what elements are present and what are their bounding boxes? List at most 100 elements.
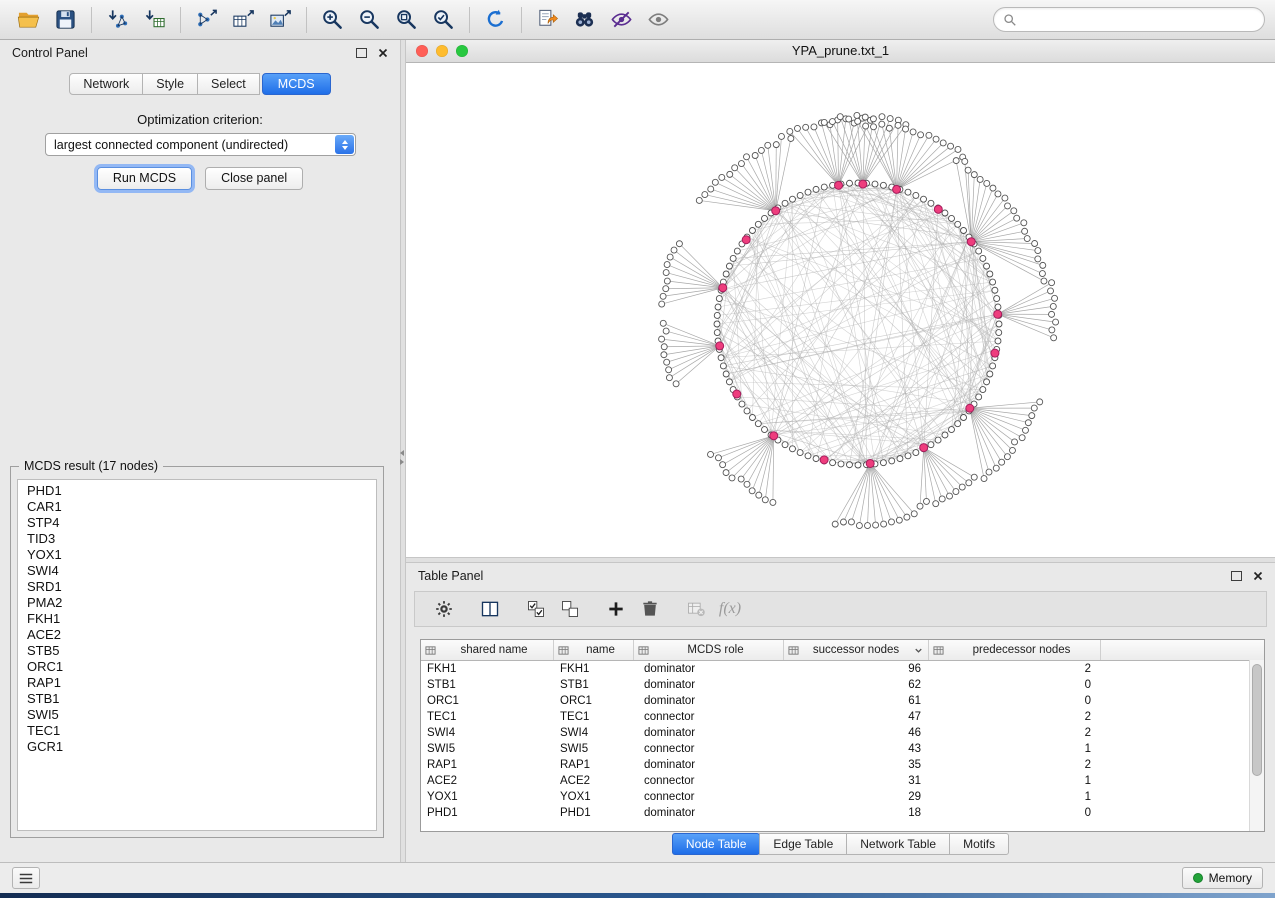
table-row[interactable]: YOX1YOX1connector291 bbox=[421, 789, 1264, 805]
table-cell[interactable]: 31 bbox=[784, 773, 929, 789]
table-row[interactable]: RAP1RAP1dominator352 bbox=[421, 757, 1264, 773]
search-network-button[interactable] bbox=[566, 4, 603, 36]
mcds-node-item[interactable]: ORC1 bbox=[18, 659, 376, 675]
table-cell[interactable]: connector bbox=[634, 709, 784, 725]
mcds-node-item[interactable]: FKH1 bbox=[18, 611, 376, 627]
table-cell[interactable]: 0 bbox=[929, 805, 1101, 821]
table-cell[interactable]: 43 bbox=[784, 741, 929, 757]
table-cell[interactable]: SWI4 bbox=[554, 725, 634, 741]
table-cell[interactable]: TEC1 bbox=[421, 709, 554, 725]
table-cell[interactable]: dominator bbox=[634, 661, 784, 677]
zoom-in-button[interactable] bbox=[314, 4, 351, 36]
table-cell[interactable]: 29 bbox=[784, 789, 929, 805]
run-mcds-button[interactable]: Run MCDS bbox=[97, 167, 192, 190]
tab-style[interactable]: Style bbox=[142, 73, 198, 95]
table-cell[interactable]: 96 bbox=[784, 661, 929, 677]
mcds-node-item[interactable]: TEC1 bbox=[18, 723, 376, 739]
chevron-down-icon[interactable] bbox=[913, 645, 924, 656]
close-panel-icon[interactable] bbox=[1253, 571, 1263, 581]
tab-network-table[interactable]: Network Table bbox=[846, 833, 950, 855]
function-builder-button[interactable]: f(x) bbox=[713, 595, 747, 623]
export-image-button[interactable] bbox=[262, 4, 299, 36]
memory-button[interactable]: Memory bbox=[1182, 867, 1263, 889]
tab-motifs[interactable]: Motifs bbox=[949, 833, 1009, 855]
table-cell[interactable]: RAP1 bbox=[421, 757, 554, 773]
mcds-result-list[interactable]: PHD1CAR1STP4TID3YOX1SWI4SRD1PMA2FKH1ACE2… bbox=[17, 479, 377, 831]
export-page-button[interactable] bbox=[529, 4, 566, 36]
table-cell[interactable]: SWI5 bbox=[554, 741, 634, 757]
close-panel-icon[interactable] bbox=[378, 48, 388, 58]
table-cell[interactable]: dominator bbox=[634, 677, 784, 693]
open-session-button[interactable] bbox=[10, 4, 47, 36]
table-panel-header[interactable]: Table Panel bbox=[406, 563, 1275, 589]
mcds-node-item[interactable]: PHD1 bbox=[18, 483, 376, 499]
table-cell[interactable]: STB1 bbox=[554, 677, 634, 693]
table-cell[interactable]: 2 bbox=[929, 709, 1101, 725]
table-cell[interactable]: 1 bbox=[929, 789, 1101, 805]
table-cell[interactable]: 0 bbox=[929, 693, 1101, 709]
mcds-node-item[interactable]: SRD1 bbox=[18, 579, 376, 595]
show-columns-button[interactable] bbox=[473, 595, 507, 623]
deselect-all-rows-button[interactable] bbox=[553, 595, 587, 623]
table-cell[interactable]: SWI5 bbox=[421, 741, 554, 757]
splitter-collapse-handle[interactable] bbox=[400, 450, 404, 465]
table-cell[interactable]: 2 bbox=[929, 757, 1101, 773]
search-input[interactable] bbox=[1023, 12, 1255, 28]
table-cell[interactable]: SWI4 bbox=[421, 725, 554, 741]
select-all-rows-button[interactable] bbox=[519, 595, 553, 623]
float-panel-icon[interactable] bbox=[1231, 571, 1242, 581]
table-cell[interactable]: 1 bbox=[929, 741, 1101, 757]
export-network-button[interactable] bbox=[188, 4, 225, 36]
table-cell[interactable]: YOX1 bbox=[554, 789, 634, 805]
network-window-titlebar[interactable]: YPA_prune.txt_1 bbox=[406, 40, 1275, 63]
mcds-node-item[interactable]: TID3 bbox=[18, 531, 376, 547]
tab-select[interactable]: Select bbox=[197, 73, 260, 95]
table-cell[interactable]: ACE2 bbox=[554, 773, 634, 789]
table-cell[interactable]: ORC1 bbox=[554, 693, 634, 709]
table-scrollbar[interactable] bbox=[1249, 660, 1264, 831]
mcds-node-item[interactable]: SWI4 bbox=[18, 563, 376, 579]
import-table-button[interactable] bbox=[136, 4, 173, 36]
column-header-successor-nodes[interactable]: successor nodes bbox=[784, 640, 929, 660]
table-cell[interactable]: FKH1 bbox=[421, 661, 554, 677]
apply-layout-button[interactable] bbox=[477, 4, 514, 36]
export-table-button[interactable] bbox=[225, 4, 262, 36]
table-cell[interactable]: TEC1 bbox=[554, 709, 634, 725]
mcds-node-item[interactable]: SWI5 bbox=[18, 707, 376, 723]
table-cell[interactable]: PHD1 bbox=[421, 805, 554, 821]
mcds-node-item[interactable]: GCR1 bbox=[18, 739, 376, 755]
table-cell[interactable]: YOX1 bbox=[421, 789, 554, 805]
table-cell[interactable]: 62 bbox=[784, 677, 929, 693]
float-panel-icon[interactable] bbox=[356, 48, 367, 58]
table-row[interactable]: SWI4SWI4dominator462 bbox=[421, 725, 1264, 741]
table-cell[interactable]: dominator bbox=[634, 805, 784, 821]
mcds-node-item[interactable]: PMA2 bbox=[18, 595, 376, 611]
table-cell[interactable]: 2 bbox=[929, 661, 1101, 677]
zoom-out-button[interactable] bbox=[351, 4, 388, 36]
mcds-node-item[interactable]: STB1 bbox=[18, 691, 376, 707]
table-row[interactable]: PHD1PHD1dominator180 bbox=[421, 805, 1264, 821]
table-cell[interactable]: dominator bbox=[634, 757, 784, 773]
table-cell[interactable]: 2 bbox=[929, 725, 1101, 741]
table-row[interactable]: FKH1FKH1dominator962 bbox=[421, 661, 1264, 677]
column-header-shared-name[interactable]: shared name bbox=[421, 640, 554, 660]
column-header-predecessor-nodes[interactable]: predecessor nodes bbox=[929, 640, 1101, 660]
table-cell[interactable]: 46 bbox=[784, 725, 929, 741]
table-cell[interactable]: dominator bbox=[634, 725, 784, 741]
table-cell[interactable]: 61 bbox=[784, 693, 929, 709]
table-cell[interactable]: PHD1 bbox=[554, 805, 634, 821]
table-cell[interactable]: 0 bbox=[929, 677, 1101, 693]
table-row[interactable]: STB1STB1dominator620 bbox=[421, 677, 1264, 693]
delete-table-button[interactable] bbox=[679, 595, 713, 623]
table-settings-button[interactable] bbox=[427, 595, 461, 623]
table-row[interactable]: TEC1TEC1connector472 bbox=[421, 709, 1264, 725]
hide-graphics-details-button[interactable] bbox=[603, 4, 640, 36]
column-header-mcds-role[interactable]: MCDS role bbox=[634, 640, 784, 660]
zoom-selected-button[interactable] bbox=[425, 4, 462, 36]
tab-network[interactable]: Network bbox=[69, 73, 143, 95]
table-cell[interactable]: 47 bbox=[784, 709, 929, 725]
mcds-node-item[interactable]: RAP1 bbox=[18, 675, 376, 691]
show-graphics-details-button[interactable] bbox=[640, 4, 677, 36]
mcds-node-item[interactable]: STB5 bbox=[18, 643, 376, 659]
table-cell[interactable]: FKH1 bbox=[554, 661, 634, 677]
